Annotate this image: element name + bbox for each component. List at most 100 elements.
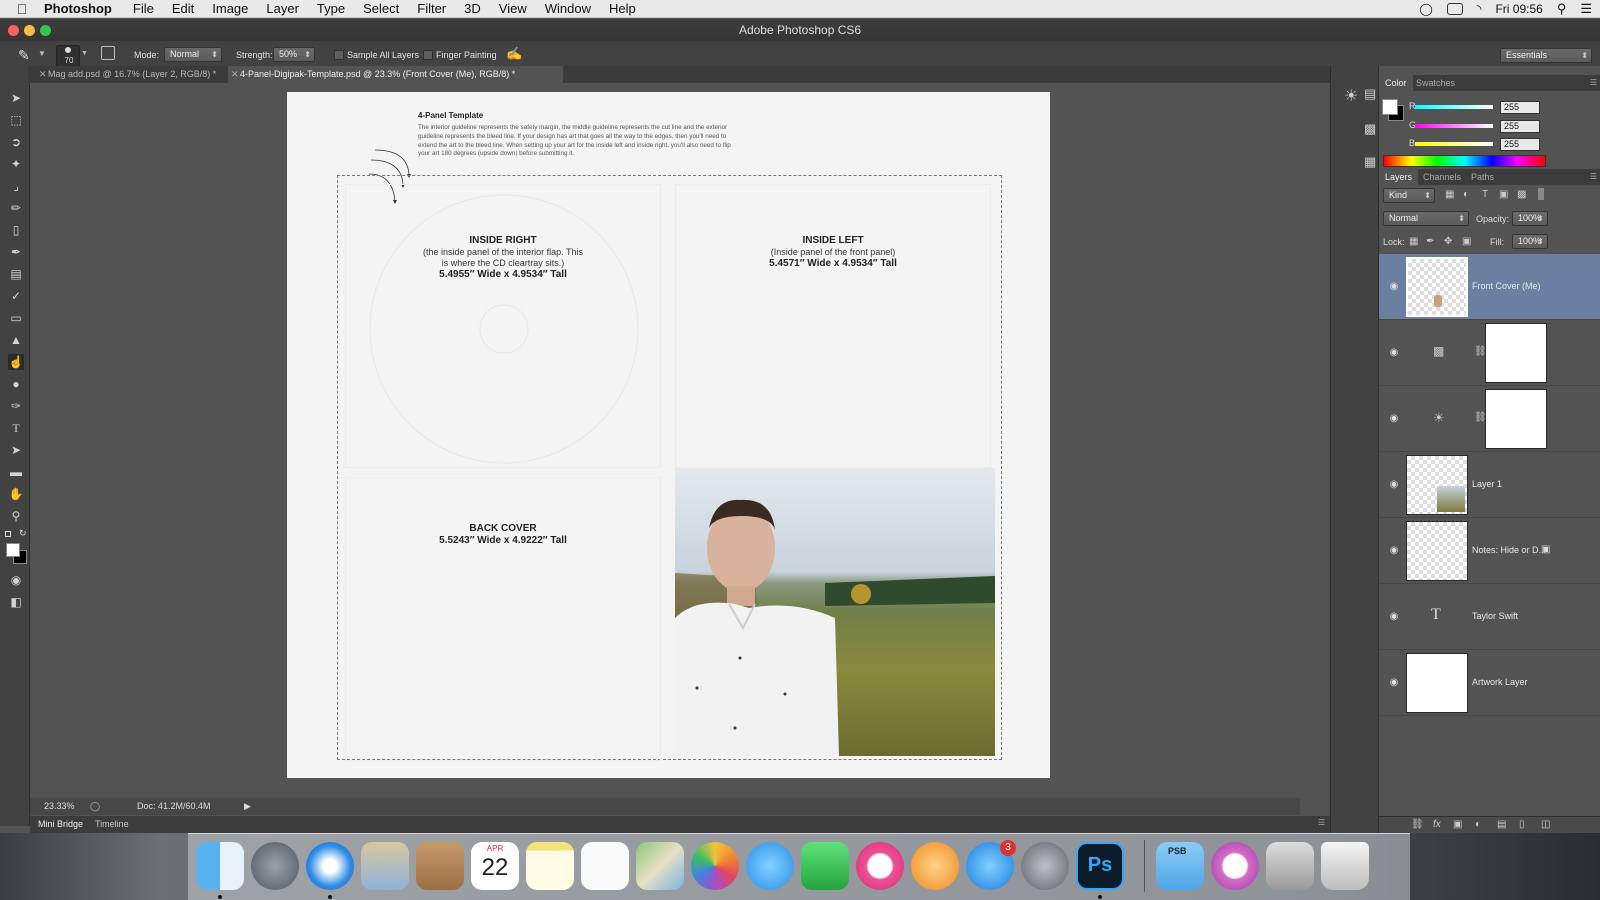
histogram-panel-icon[interactable]: ▩: [1364, 121, 1376, 137]
paint-bucket-tool-icon[interactable]: ▲: [8, 332, 24, 348]
trash-icon[interactable]: [1321, 842, 1369, 890]
delete-layer-icon[interactable]: ◫: [1541, 819, 1550, 830]
messages-icon[interactable]: [746, 842, 794, 890]
crop-tool-icon[interactable]: ⌟: [8, 178, 24, 194]
menu-edit[interactable]: Edit: [163, 1, 203, 16]
visibility-eye-icon[interactable]: ◉: [1388, 479, 1400, 491]
magic-wand-tool-icon[interactable]: ✦: [8, 156, 24, 172]
filter-adjustment-icon[interactable]: ◐: [1463, 189, 1469, 200]
visibility-eye-icon[interactable]: ◉: [1388, 545, 1400, 557]
photoshop-icon[interactable]: Ps: [1076, 842, 1124, 890]
document-tab[interactable]: ✕ Mag add.psd @ 16.7% (Layer 2, RGB/8) *: [36, 66, 228, 83]
filter-shape-icon[interactable]: ▣: [1499, 189, 1508, 200]
mode-dropdown[interactable]: Normal: [164, 47, 222, 62]
menu-help[interactable]: Help: [600, 1, 645, 16]
maps-icon[interactable]: [636, 842, 684, 890]
marquee-tool-icon[interactable]: ⬚: [8, 112, 24, 128]
strength-field[interactable]: 50%: [273, 47, 315, 62]
notification-center-icon[interactable]: ☰: [1580, 1, 1592, 17]
zoom-tool-icon[interactable]: ⚲: [8, 508, 24, 524]
lock-transparent-icon[interactable]: ▦: [1409, 236, 1418, 247]
history-panel-icon[interactable]: ▤: [1364, 86, 1376, 102]
visibility-eye-icon[interactable]: ◉: [1388, 413, 1400, 425]
lock-position-icon[interactable]: ✥: [1444, 236, 1452, 247]
link-layers-icon[interactable]: ⛓: [1411, 819, 1424, 830]
minimize-window-button[interactable]: [24, 25, 35, 36]
blend-mode-dropdown[interactable]: Normal: [1383, 211, 1469, 226]
new-group-icon[interactable]: ▤: [1497, 819, 1506, 830]
launchpad-icon[interactable]: [251, 842, 299, 890]
tab-channels[interactable]: Channels: [1417, 169, 1467, 185]
panel-menu-icon[interactable]: ☰: [1590, 78, 1597, 87]
lasso-tool-icon[interactable]: ➲: [8, 134, 24, 150]
layer-row-front-cover[interactable]: ◉ Front Cover (Me): [1379, 254, 1600, 320]
visibility-eye-icon[interactable]: ◉: [1388, 611, 1400, 623]
visibility-eye-icon[interactable]: ◉: [1388, 677, 1400, 689]
system-preferences-icon[interactable]: [1021, 842, 1069, 890]
new-adjustment-icon[interactable]: ◐: [1475, 819, 1481, 830]
layer-row-brightness[interactable]: ◉ ☀ ⛓: [1379, 386, 1600, 452]
default-colors-icon[interactable]: [5, 531, 11, 537]
wifi-icon[interactable]: ◝: [1477, 2, 1482, 16]
psb-folder-icon[interactable]: PSB: [1156, 842, 1204, 890]
hand-tool-icon[interactable]: ✋: [8, 486, 24, 502]
visibility-eye-icon[interactable]: ◉: [1388, 347, 1400, 359]
pen-tool-icon[interactable]: ✑: [8, 398, 24, 414]
itunes-folder-icon[interactable]: [1211, 842, 1259, 890]
layer-filter-kind[interactable]: Kind: [1383, 188, 1435, 203]
channel-r-value[interactable]: 255: [1500, 101, 1540, 114]
history-brush-tool-icon[interactable]: ✓: [8, 288, 24, 304]
document-canvas[interactable]: 4-Panel Template The interior guideline …: [287, 92, 1050, 778]
menu-file[interactable]: File: [124, 1, 163, 16]
brush-preset-picker[interactable]: 70: [56, 45, 80, 67]
menu-type[interactable]: Type: [308, 1, 354, 16]
eyedropper-tool-icon[interactable]: ✏: [8, 200, 24, 216]
status-info-icon[interactable]: ◯: [90, 798, 100, 815]
screen-mode-icon[interactable]: ◧: [8, 594, 24, 610]
layer-row-layer-1[interactable]: ◉ Layer 1: [1379, 452, 1600, 518]
apple-menu-icon[interactable]: : [0, 1, 44, 17]
filter-type-icon[interactable]: T: [1482, 189, 1488, 200]
finger-painting-checkbox[interactable]: [423, 50, 433, 60]
brush-picker-arrow-icon[interactable]: ▼: [81, 50, 88, 57]
channel-b-slider[interactable]: [1415, 142, 1493, 146]
brightness-adjustment-icon[interactable]: ☀: [1344, 86, 1358, 106]
airplay-icon[interactable]: [1446, 3, 1463, 15]
notes-icon[interactable]: [526, 842, 574, 890]
layer-fx-icon[interactable]: fx: [1433, 819, 1441, 830]
opacity-field[interactable]: 100%: [1512, 211, 1548, 226]
close-window-button[interactable]: [8, 25, 19, 36]
tab-mini-bridge[interactable]: Mini Bridge: [38, 819, 83, 829]
smudge-tool-preset-icon[interactable]: ✎: [18, 47, 30, 64]
pressure-strength-icon[interactable]: ✍: [506, 46, 522, 62]
healing-brush-tool-icon[interactable]: ▯: [8, 222, 24, 238]
layer-row-notes[interactable]: ◉ Notes: Hide or D... ▣: [1379, 518, 1600, 584]
properties-panel-icon[interactable]: ▦: [1364, 154, 1376, 170]
type-tool-icon[interactable]: T: [8, 420, 24, 436]
photos-icon[interactable]: [691, 842, 739, 890]
menu-select[interactable]: Select: [354, 1, 408, 16]
channel-g-slider[interactable]: [1415, 124, 1493, 128]
finder-icon[interactable]: [196, 842, 244, 890]
menu-image[interactable]: Image: [203, 1, 257, 16]
eraser-tool-icon[interactable]: ▭: [8, 310, 24, 326]
tab-layers[interactable]: Layers: [1379, 169, 1419, 185]
clone-stamp-tool-icon[interactable]: ▤: [8, 266, 24, 282]
ibooks-icon[interactable]: [911, 842, 959, 890]
contacts-icon[interactable]: [416, 842, 464, 890]
tool-preset-dropdown-icon[interactable]: ▼: [38, 49, 46, 58]
workspace-switcher[interactable]: Essentials: [1500, 48, 1592, 63]
fill-field[interactable]: 100%: [1512, 234, 1548, 249]
channel-r-slider[interactable]: [1415, 105, 1493, 109]
close-tab-icon[interactable]: ✕: [231, 66, 239, 83]
filter-smart-object-icon[interactable]: ▩: [1517, 189, 1526, 200]
filter-pixel-icon[interactable]: ▦: [1445, 189, 1454, 200]
spotlight-search-icon[interactable]: ⚲: [1557, 1, 1567, 17]
menu-app-photoshop[interactable]: Photoshop: [44, 1, 124, 16]
document-tab-active[interactable]: ✕ 4-Panel-Digipak-Template.psd @ 23.3% (…: [228, 66, 563, 83]
mail-icon[interactable]: [361, 842, 409, 890]
dodge-tool-icon[interactable]: ●: [8, 376, 24, 392]
panel-menu-icon[interactable]: ☰: [1318, 818, 1325, 827]
layer-row-levels[interactable]: ◉ ▩ ⛓: [1379, 320, 1600, 386]
move-tool-icon[interactable]: ➤: [8, 90, 24, 106]
